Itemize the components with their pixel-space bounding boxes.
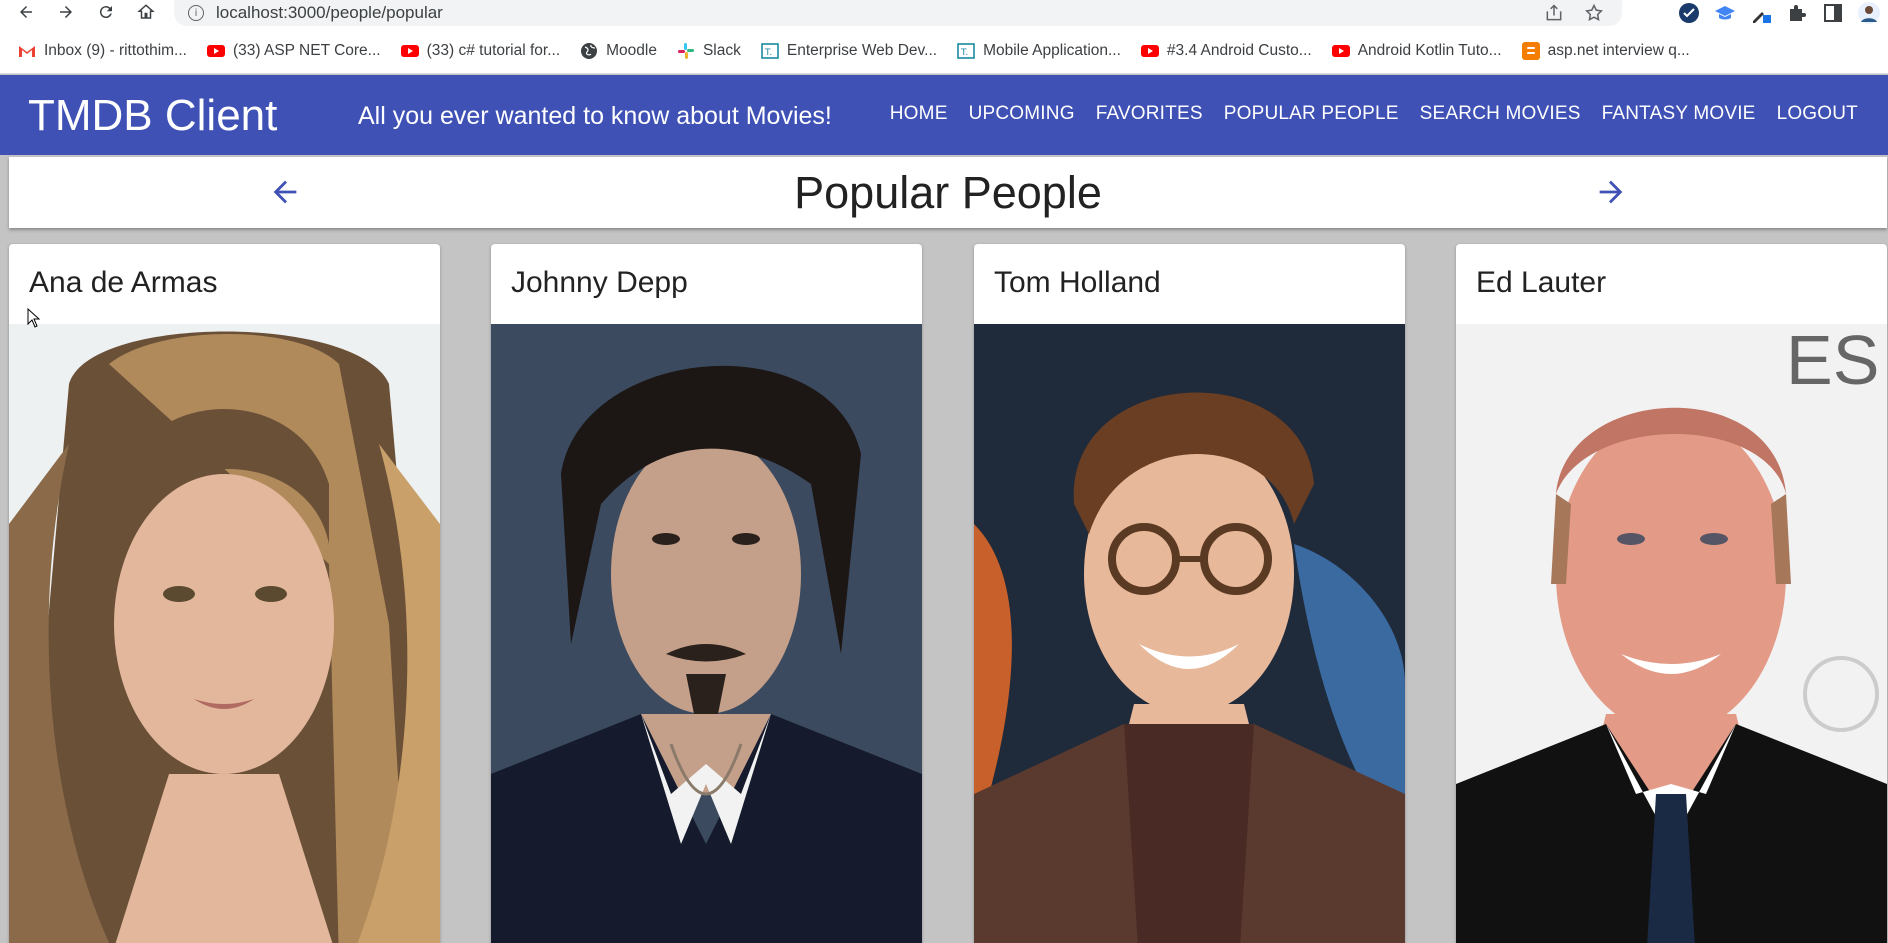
nav-favorites[interactable]: Favorites xyxy=(1096,103,1203,125)
person-name: Tom Holland xyxy=(994,266,1161,299)
url-text: localhost:3000/people/popular xyxy=(216,3,443,22)
bookmark-label: Android Kotlin Tuto... xyxy=(1357,41,1502,59)
person-card[interactable]: Ed Lauter ES xyxy=(1456,244,1887,943)
arrow-forward-icon xyxy=(1599,180,1623,204)
back-button[interactable] xyxy=(12,0,40,24)
person-name: Johnny Depp xyxy=(511,266,688,299)
bookmark-label: #3.4 Android Custo... xyxy=(1166,41,1312,59)
bookmark-item[interactable]: T. Enterprise Web Dev... xyxy=(761,42,937,60)
nav-fantasy-movie[interactable]: Fantasy Movie xyxy=(1602,103,1756,125)
slack-icon xyxy=(677,42,695,60)
youtube-icon xyxy=(206,42,225,60)
teams-icon: T. xyxy=(761,42,779,60)
mouse-cursor-icon xyxy=(27,308,41,328)
gmail-icon xyxy=(18,42,36,60)
bookmark-item[interactable]: #3.4 Android Custo... xyxy=(1140,41,1312,60)
back-arrow-icon xyxy=(20,6,32,18)
bookmark-item[interactable]: Moodle xyxy=(580,42,657,60)
home-button[interactable] xyxy=(132,0,160,24)
home-icon xyxy=(137,4,155,19)
reload-button[interactable] xyxy=(92,0,120,24)
svg-text:ES: ES xyxy=(1786,324,1879,399)
bookmark-item[interactable]: (33) ASP NET Core... xyxy=(206,41,381,60)
main-nav: Home Upcoming Favorites Popular People S… xyxy=(890,103,1858,125)
youtube-icon xyxy=(400,42,419,60)
nav-search-movies[interactable]: Search Movies xyxy=(1420,103,1581,125)
bookmark-label: (33) c# tutorial for... xyxy=(426,41,561,59)
globe-icon xyxy=(580,42,598,60)
blogger-icon xyxy=(1521,41,1540,60)
bookmark-label: Moodle xyxy=(606,41,657,59)
profile-avatar[interactable] xyxy=(1858,2,1880,24)
person-photo[interactable] xyxy=(974,324,1405,943)
bookmark-item[interactable]: T. Mobile Application... xyxy=(957,42,1121,60)
extension-grad-cap-icon[interactable] xyxy=(1714,2,1736,24)
bookmark-item[interactable]: (33) c# tutorial for... xyxy=(400,41,561,60)
bookmark-label: Enterprise Web Dev... xyxy=(786,41,938,59)
extensions-puzzle-icon[interactable] xyxy=(1786,2,1808,24)
youtube-icon xyxy=(1331,42,1350,60)
bookmark-label: Inbox (9) - rittothim... xyxy=(44,41,187,59)
person-card[interactable]: Johnny Depp xyxy=(491,244,922,943)
address-bar[interactable]: i localhost:3000/people/popular xyxy=(174,0,1622,26)
nav-upcoming[interactable]: Upcoming xyxy=(969,103,1075,125)
app-tagline: All you ever wanted to know about Movies… xyxy=(358,102,832,130)
person-photo[interactable]: ES xyxy=(1456,324,1887,943)
bookmark-label: asp.net interview q... xyxy=(1547,41,1690,59)
bookmark-item[interactable]: Android Kotlin Tuto... xyxy=(1331,41,1502,60)
app-header: TMDB Client All you ever wanted to know … xyxy=(0,75,1888,155)
share-icon[interactable] xyxy=(1544,3,1564,23)
person-photo[interactable] xyxy=(9,324,440,943)
bookmark-label: Slack xyxy=(702,41,741,59)
person-card[interactable]: Tom Holland xyxy=(974,244,1405,943)
teams-icon: T. xyxy=(957,42,975,60)
nav-logout[interactable]: Logout xyxy=(1777,103,1858,125)
youtube-icon xyxy=(1140,42,1159,60)
person-card[interactable]: Ana de Armas xyxy=(9,244,440,943)
arrow-back-icon xyxy=(273,180,297,204)
person-name: Ana de Armas xyxy=(29,266,218,299)
extension-eyedropper-icon[interactable] xyxy=(1750,2,1772,24)
nav-home[interactable]: Home xyxy=(890,103,948,125)
nav-popular-people[interactable]: Popular People xyxy=(1224,103,1399,125)
bookmarks-bar: Inbox (9) - rittothim... (33) ASP NET Co… xyxy=(0,28,1888,74)
app-title[interactable]: TMDB Client xyxy=(28,91,277,141)
bookmark-star-icon[interactable] xyxy=(1584,3,1604,23)
bookmark-item[interactable]: Slack xyxy=(677,42,741,60)
person-name: Ed Lauter xyxy=(1476,266,1607,299)
next-page-button[interactable] xyxy=(1591,172,1631,212)
svg-text:T.: T. xyxy=(764,48,772,58)
site-info-icon[interactable]: i xyxy=(188,5,204,21)
forward-button[interactable] xyxy=(52,0,80,24)
previous-page-button[interactable] xyxy=(265,172,305,212)
bookmark-item[interactable]: asp.net interview q... xyxy=(1521,41,1690,60)
person-photo[interactable] xyxy=(491,324,922,943)
reload-icon xyxy=(99,6,112,19)
forward-arrow-icon xyxy=(60,6,72,18)
side-panel-icon[interactable] xyxy=(1822,2,1844,24)
page-header: Popular People xyxy=(9,157,1887,228)
extension-check-icon[interactable] xyxy=(1678,2,1700,24)
bookmark-label: Mobile Application... xyxy=(983,41,1121,59)
browser-toolbar: i localhost:3000/people/popular xyxy=(0,0,1888,28)
svg-text:T.: T. xyxy=(960,48,968,58)
bookmark-item[interactable]: Inbox (9) - rittothim... xyxy=(18,42,187,60)
bookmark-label: (33) ASP NET Core... xyxy=(232,41,381,59)
